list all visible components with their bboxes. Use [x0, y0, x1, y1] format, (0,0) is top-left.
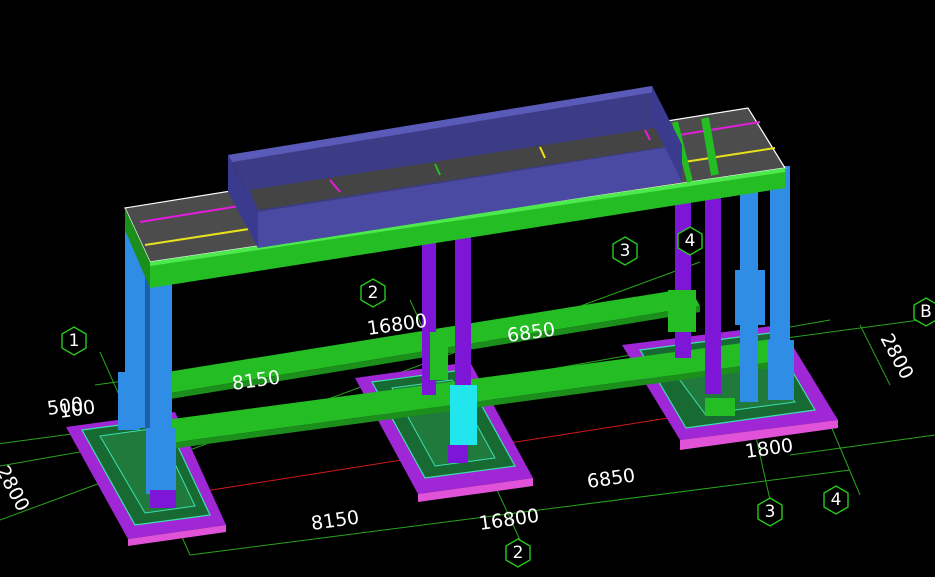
axis-bubble-3-top[interactable]: 3	[612, 236, 638, 266]
svg-text:2: 2	[368, 283, 379, 303]
axis-bubble-3-bottom[interactable]: 3	[757, 497, 783, 527]
dim-bottom-6850: 6850	[586, 464, 637, 493]
foundation-axis-3-4	[622, 325, 838, 450]
dim-left-100: 100	[58, 396, 97, 423]
dim-bottom-8150: 8150	[310, 506, 361, 535]
dim-right-2800: 2800	[876, 330, 918, 383]
column-right-b	[705, 172, 721, 394]
dim-left-2800: 2800	[0, 462, 34, 515]
svg-text:3: 3	[620, 241, 631, 261]
svg-text:4: 4	[831, 490, 842, 510]
svg-text:B: B	[920, 302, 932, 322]
axis-bubble-2-bottom[interactable]: 2	[505, 538, 531, 568]
axis-bubble-b[interactable]: B	[913, 297, 935, 327]
axis-bubble-1[interactable]: 1	[61, 326, 87, 356]
dim-bottom-total: 16800	[478, 505, 541, 535]
axis-bubble-2-top[interactable]: 2	[360, 278, 386, 308]
axis-bubble-4-bottom[interactable]: 4	[823, 485, 849, 515]
structure-3d-view: 16800 8150 6850 1800 2800 2800 16800 815…	[0, 86, 935, 568]
column-mid-cyan	[450, 385, 477, 445]
axis-bubble-4-top[interactable]: 4	[677, 226, 703, 256]
svg-text:1: 1	[69, 331, 80, 351]
svg-text:2: 2	[513, 543, 524, 563]
svg-text:4: 4	[685, 231, 696, 251]
svg-text:3: 3	[765, 502, 776, 522]
